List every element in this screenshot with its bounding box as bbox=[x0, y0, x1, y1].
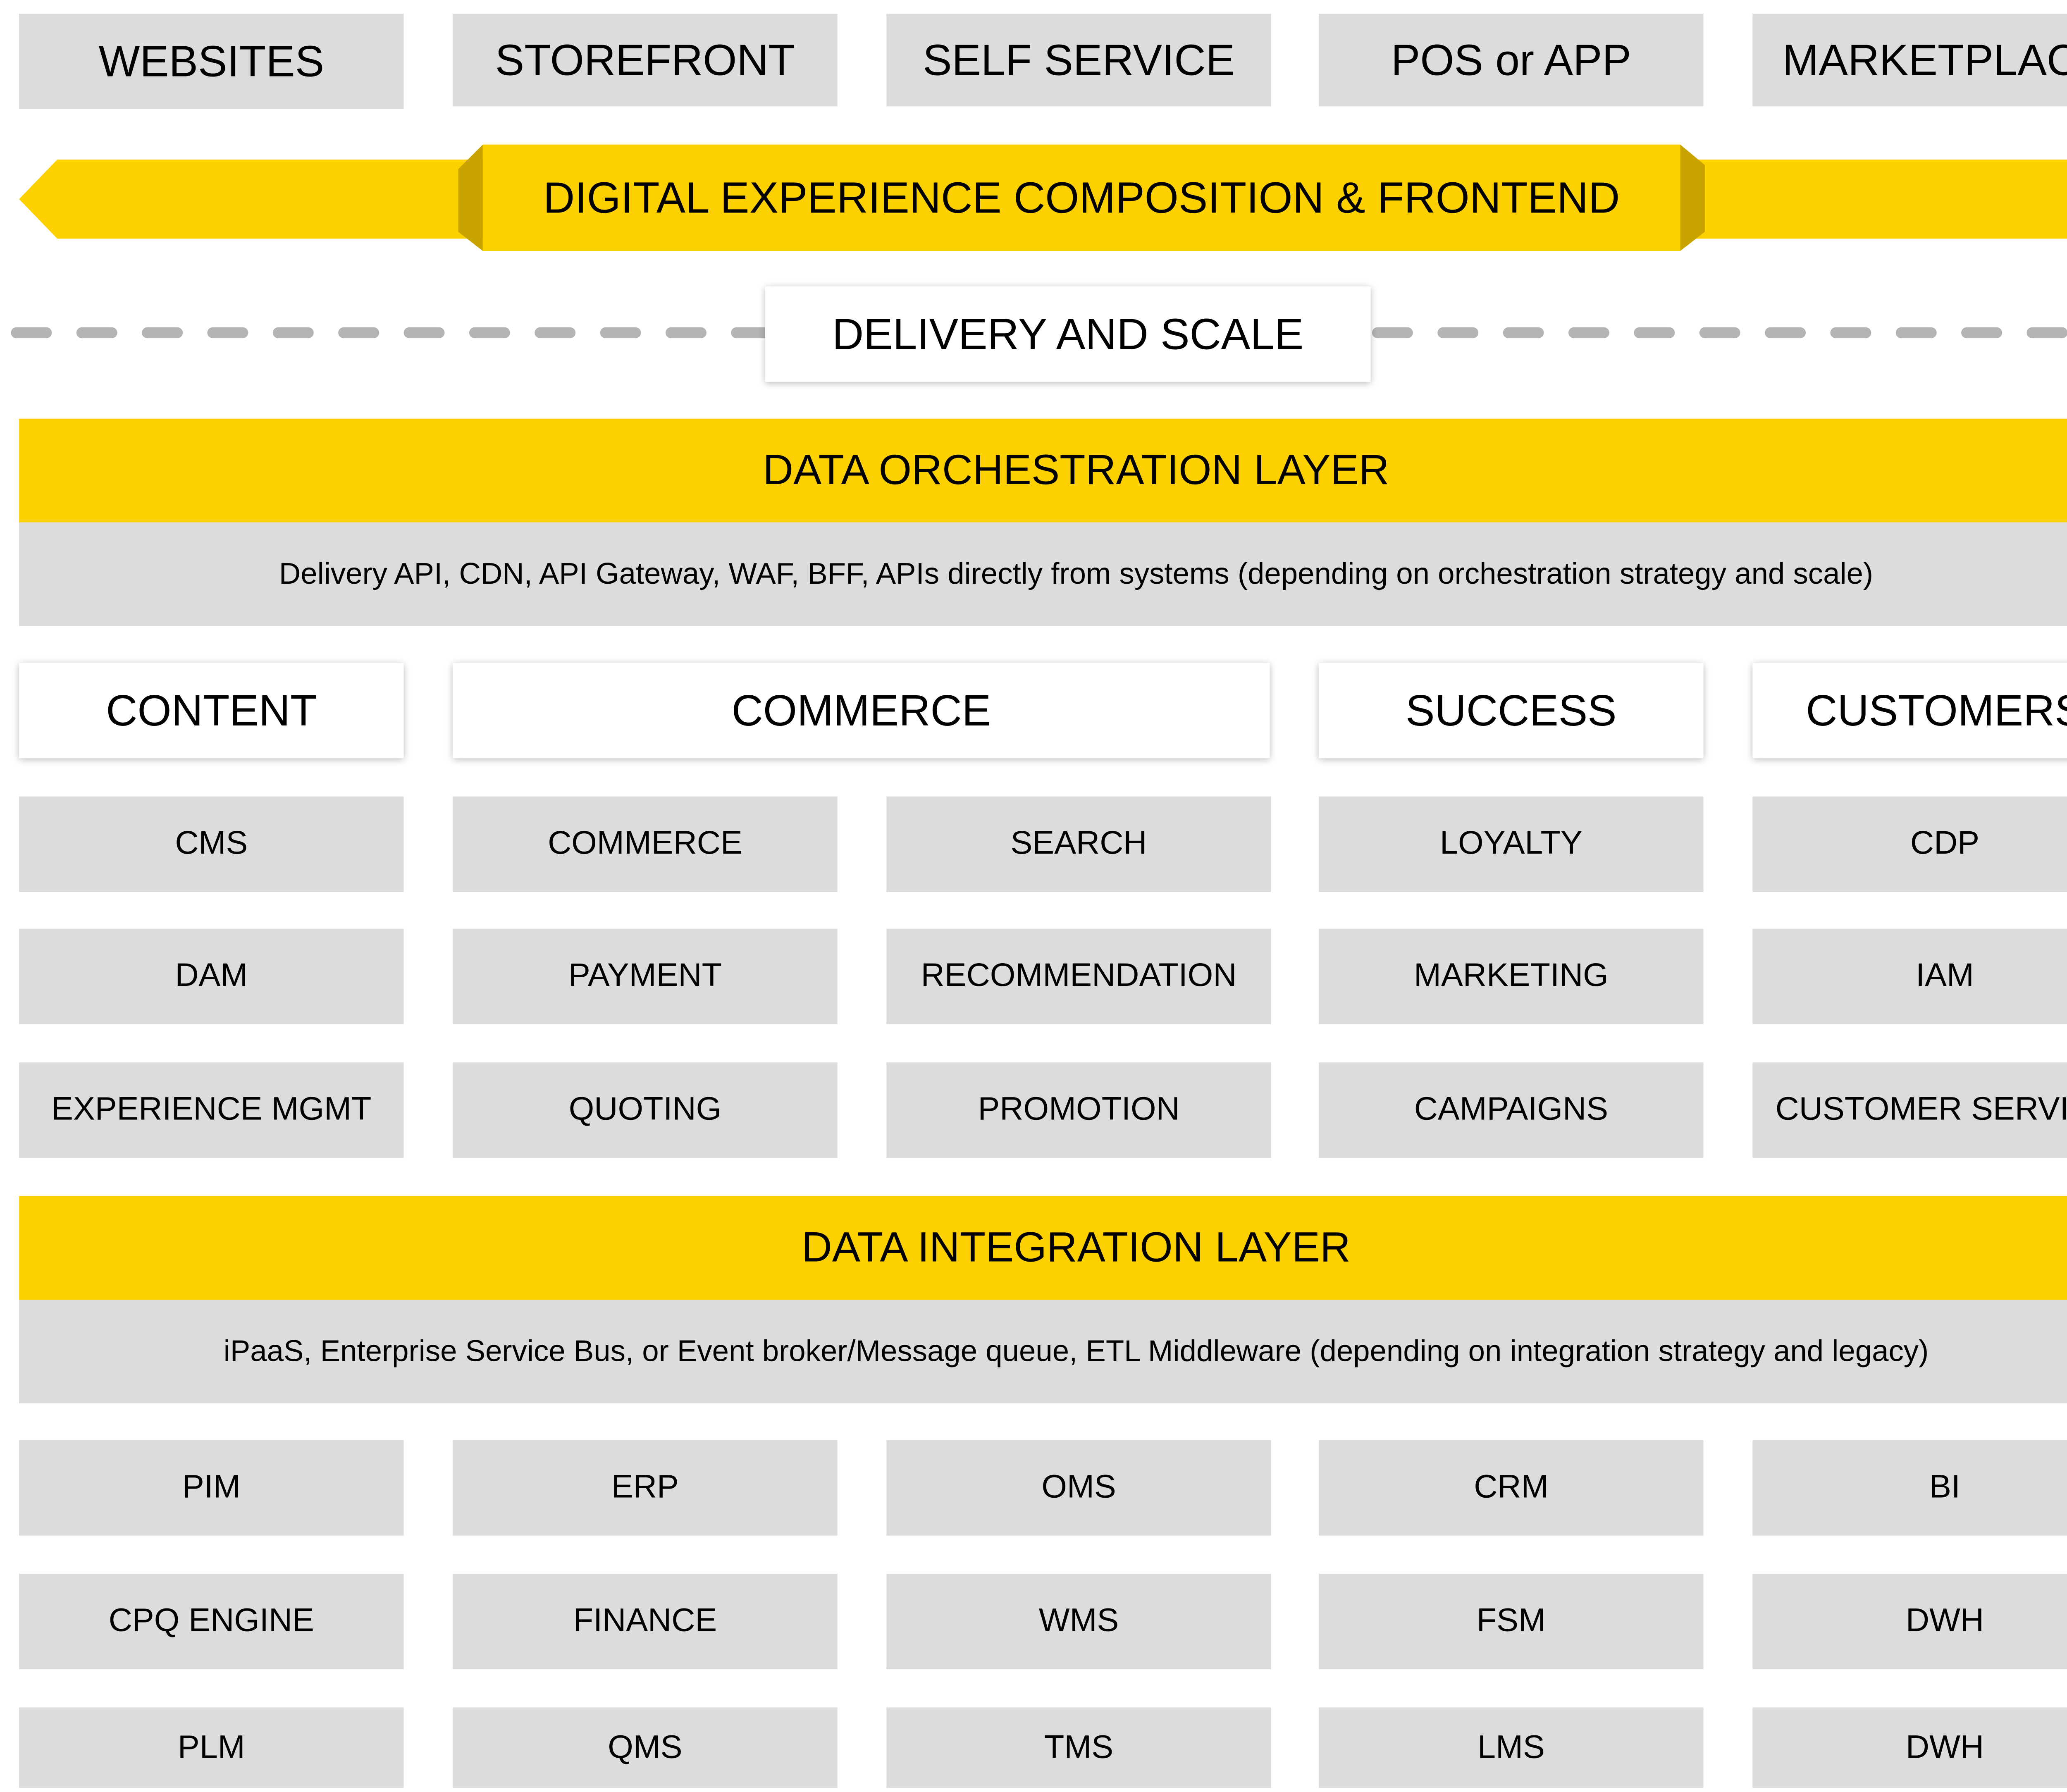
delivery-and-scale-box: DELIVERY AND SCALE bbox=[765, 286, 1371, 382]
system-bi: BI bbox=[1752, 1440, 2067, 1536]
system-finance: FINANCE bbox=[453, 1574, 838, 1670]
capability-experience-mgmt: EXPERIENCE MGMT bbox=[19, 1062, 404, 1158]
system-dwh: DWH bbox=[1752, 1574, 2067, 1670]
system-erp: ERP bbox=[453, 1440, 838, 1536]
capability-dam: DAM bbox=[19, 928, 404, 1024]
system-fsm: FSM bbox=[1319, 1574, 1704, 1670]
capability-iam: IAM bbox=[1752, 928, 2067, 1024]
capability-marketing: MARKETING bbox=[1319, 928, 1704, 1024]
integration-layer-description: iPaaS, Enterprise Service Bus, or Event … bbox=[19, 1300, 2067, 1403]
capability-campaigns: CAMPAIGNS bbox=[1319, 1062, 1704, 1158]
capability-cms: CMS bbox=[19, 796, 404, 892]
capability-quoting: QUOTING bbox=[453, 1062, 838, 1158]
domain-commerce: COMMERCE bbox=[453, 663, 1270, 759]
system-lms: LMS bbox=[1319, 1707, 1704, 1788]
system-dwh-2: DWH bbox=[1752, 1707, 2067, 1788]
orchestration-layer-title: DATA ORCHESTRATION LAYER bbox=[19, 418, 2067, 523]
capability-commerce: COMMERCE bbox=[453, 796, 838, 892]
orchestration-layer-description: Delivery API, CDN, API Gateway, WAF, BFF… bbox=[19, 522, 2067, 626]
capability-payment: PAYMENT bbox=[453, 928, 838, 1024]
system-cpq-engine: CPQ ENGINE bbox=[19, 1574, 404, 1670]
capability-cdp: CDP bbox=[1752, 796, 2067, 892]
system-pim: PIM bbox=[19, 1440, 404, 1536]
integration-layer-title: DATA INTEGRATION LAYER bbox=[19, 1196, 2067, 1300]
capability-promotion: PROMOTION bbox=[886, 1062, 1271, 1158]
capability-recommendation: RECOMMENDATION bbox=[886, 928, 1271, 1024]
capability-loyalty: LOYALTY bbox=[1319, 796, 1704, 892]
architecture-diagram: WEBSITES STOREFRONT SELF SERVICE POS or … bbox=[0, 0, 2067, 1788]
system-tms: TMS bbox=[886, 1707, 1271, 1788]
domain-customers: CUSTOMERS bbox=[1752, 663, 2067, 759]
system-oms: OMS bbox=[886, 1440, 1271, 1536]
domain-content: CONTENT bbox=[19, 663, 404, 759]
system-wms: WMS bbox=[886, 1574, 1271, 1670]
system-crm: CRM bbox=[1319, 1440, 1704, 1536]
system-qms: QMS bbox=[453, 1707, 838, 1788]
domain-success: SUCCESS bbox=[1319, 663, 1704, 759]
capability-search: SEARCH bbox=[886, 796, 1271, 892]
system-plm: PLM bbox=[19, 1707, 404, 1788]
capability-customer-service: CUSTOMER SERVICE bbox=[1752, 1062, 2067, 1158]
